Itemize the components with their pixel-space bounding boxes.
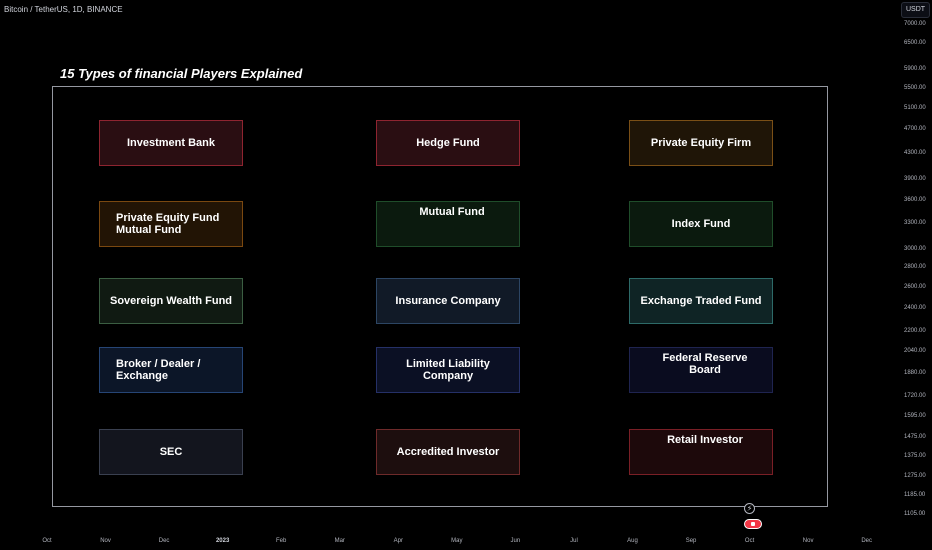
- time-tick-label: Jul: [570, 538, 578, 544]
- price-tick-label: 7000.00: [904, 20, 926, 27]
- time-tick-label: Nov: [802, 538, 814, 544]
- price-tick-label: 5100.00: [904, 104, 926, 111]
- symbol-header[interactable]: Bitcoin / TetherUS, 1D, BINANCE: [4, 5, 123, 14]
- player-label: Federal Reserve Board: [662, 352, 748, 376]
- price-tick-label: 5500.00: [904, 84, 926, 91]
- player-box[interactable]: Sovereign Wealth Fund: [99, 278, 243, 324]
- price-tick-label: 3600.00: [904, 197, 926, 204]
- price-tick-label: 1185.00: [904, 492, 926, 499]
- time-tick-label: Dec: [158, 538, 170, 544]
- player-box[interactable]: Private Equity Firm: [629, 120, 773, 166]
- player-box[interactable]: Exchange Traded Fund: [629, 278, 773, 324]
- player-label: Exchange Traded Fund: [640, 295, 762, 307]
- flash-icon[interactable]: ⚡: [744, 503, 755, 514]
- player-label: SEC: [159, 446, 183, 458]
- time-tick-label: Oct: [42, 538, 52, 544]
- price-tick-label: 1275.00: [904, 472, 926, 479]
- price-tick-label: 2800.00: [904, 264, 926, 270]
- time-tick-label: Jun: [510, 538, 521, 544]
- player-label: Retail Investor: [667, 434, 743, 446]
- price-tick-label: 2600.00: [904, 283, 926, 290]
- price-tick-label: 1375.00: [904, 452, 926, 459]
- player-box[interactable]: Mutual Fund: [376, 201, 520, 247]
- price-tick-label: 3000.00: [904, 245, 926, 252]
- player-label: Sovereign Wealth Fund: [109, 295, 233, 307]
- player-label: Accredited Investor: [396, 446, 500, 458]
- player-label: Mutual Fund: [419, 206, 485, 218]
- time-tick-label: Feb: [276, 538, 287, 544]
- time-tick-label: Apr: [393, 538, 403, 544]
- chart-title: 15 Types of financial Players Explained: [60, 66, 303, 81]
- time-tick-label: Dec: [861, 538, 873, 544]
- price-tick-label: 5900.00: [904, 66, 926, 73]
- player-box[interactable]: Index Fund: [629, 201, 773, 247]
- price-tick-label: 3900.00: [904, 175, 926, 182]
- player-label: Private Equity Fund Mutual Fund: [116, 212, 220, 236]
- player-box[interactable]: Private Equity Fund Mutual Fund: [99, 201, 243, 247]
- time-axis[interactable]: Oct Nov Dec 2023 Feb Mar Apr May Jun Jul Aug Sep Oct…: [0, 532, 873, 550]
- player-box[interactable]: Retail Investor: [629, 429, 773, 475]
- player-box[interactable]: Hedge Fund: [376, 120, 520, 166]
- player-box[interactable]: Broker / Dealer / Exchange: [99, 347, 243, 393]
- time-tick-label: Oct: [744, 538, 755, 544]
- player-box[interactable]: Insurance Company: [376, 278, 520, 324]
- time-tick-label: Nov: [100, 538, 111, 544]
- player-box[interactable]: SEC: [99, 429, 243, 475]
- price-tick-label: 2040.00: [904, 348, 926, 355]
- player-box[interactable]: Federal Reserve Board: [629, 347, 773, 393]
- price-tick-label: 4700.00: [904, 126, 926, 133]
- player-label: Index Fund: [671, 218, 731, 230]
- price-tick-label: 1475.00: [904, 434, 926, 441]
- time-tick-label: May: [451, 538, 463, 544]
- player-label: Broker / Dealer / Exchange: [116, 358, 201, 382]
- player-label: Investment Bank: [126, 137, 216, 149]
- price-tick-label: 6500.00: [904, 40, 926, 47]
- price-tick-label: 4300.00: [904, 150, 926, 157]
- player-box[interactable]: Accredited Investor: [376, 429, 520, 475]
- price-tick-label: 1720.00: [904, 393, 926, 400]
- price-axis[interactable]: 7000.00 6500.00 5900.00 5500.00 5100.00 4700.…: [870, 0, 932, 532]
- player-label: Limited Liability Company: [406, 358, 490, 382]
- player-box[interactable]: Investment Bank: [99, 120, 243, 166]
- price-tick-label: 1105.00: [904, 510, 926, 517]
- time-tick-label: Sep: [685, 538, 697, 544]
- player-box[interactable]: Limited Liability Company: [376, 347, 520, 393]
- price-tick-label: 3300.00: [904, 220, 926, 227]
- event-marker-icon[interactable]: [744, 519, 762, 529]
- time-tick-label: Aug: [627, 538, 638, 544]
- time-tick-label: 2023: [215, 538, 230, 544]
- price-tick-label: 1595.00: [904, 413, 926, 420]
- player-label: Insurance Company: [395, 295, 501, 307]
- price-tick-label: 2200.00: [904, 328, 926, 335]
- price-tick-label: 2400.00: [904, 304, 926, 311]
- price-tick-label: 1880.00: [904, 369, 926, 376]
- player-label: Hedge Fund: [416, 137, 480, 149]
- player-label: Private Equity Firm: [650, 137, 752, 149]
- time-tick-label: Mar: [334, 538, 345, 544]
